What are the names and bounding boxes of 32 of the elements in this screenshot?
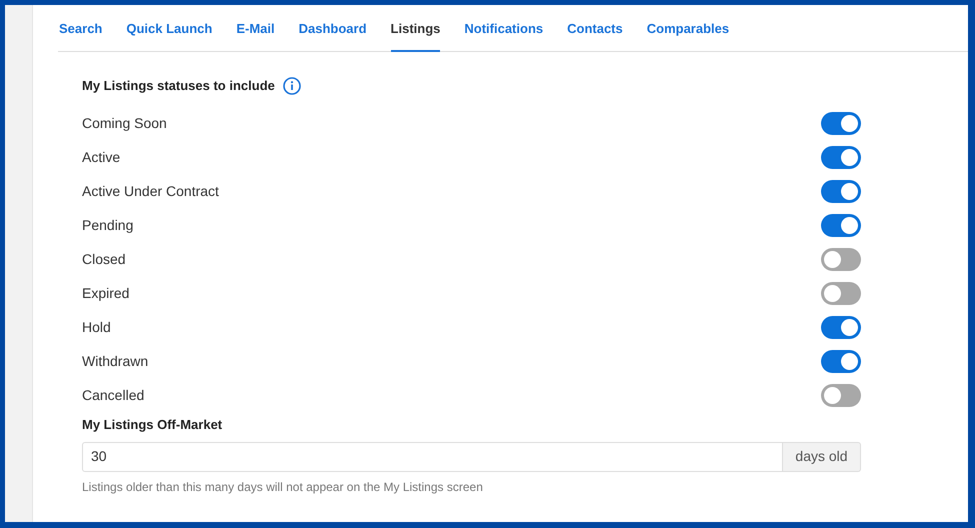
toggle-switch[interactable] [821,112,861,134]
tab[interactable]: Comparables [646,18,730,52]
days-input-field[interactable]: 30 [82,442,783,472]
toggle-switch[interactable] [821,214,861,236]
tab[interactable]: Notifications [464,18,544,52]
toggle-switch[interactable] [821,282,861,304]
status-label: Withdrawn [82,352,148,370]
status-label: Closed [82,250,126,268]
tab[interactable]: Search [59,18,102,52]
toggle-switch[interactable] [821,350,861,372]
help-text: Listings older than this many days will not appear on the My Listings screen [82,478,484,496]
field-heading: My Listings Off-Market [82,416,224,434]
tab[interactable]: Contacts [567,18,623,52]
tab[interactable]: Quick Launch [126,18,212,52]
status-label: Active [82,148,120,166]
toggle-switch[interactable] [821,146,861,168]
status-label: Active Under Contract [82,182,219,200]
status-label: Hold [82,318,111,336]
toggle-switch[interactable] [821,316,861,338]
toggle-switch[interactable] [821,180,861,202]
toggle-switch[interactable] [821,384,861,406]
toggle-switch[interactable] [821,248,861,270]
info-icon[interactable] [282,77,301,95]
tab[interactable]: E-Mail [236,18,275,52]
tab[interactable]: Dashboard [298,18,367,52]
status-label: Cancelled [82,386,144,404]
section-heading: My Listings statuses to include [82,77,275,96]
status-label: Pending [82,216,134,235]
status-label: Expired [82,284,130,303]
days-unit-addon: days old [783,442,861,472]
tab[interactable]: Listings [390,18,440,52]
status-label: Coming Soon [82,114,167,133]
